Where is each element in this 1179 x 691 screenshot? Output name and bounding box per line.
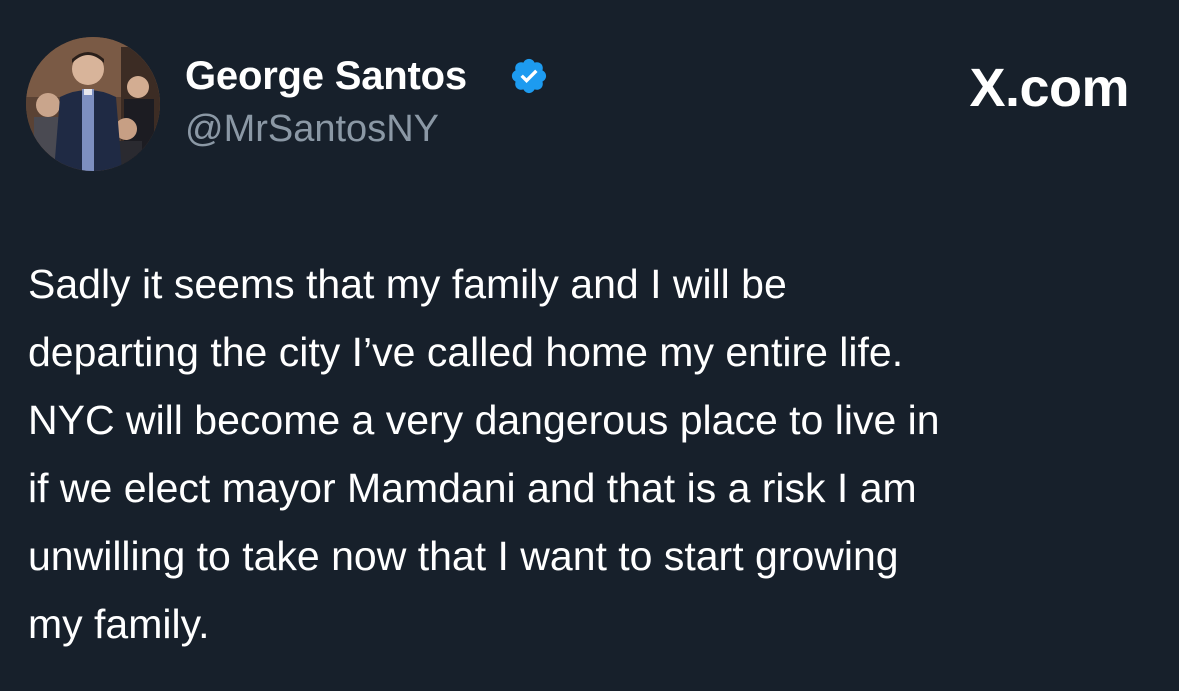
author-handle[interactable]: @MrSantosNY [185,106,439,152]
tweet-text-line: unwilling to take now that I want to sta… [28,533,899,579]
avatar-image [26,37,160,171]
author-display-name[interactable]: George Santos [185,52,467,100]
tweet-text: Sadly it seems that my family and I will… [28,250,1168,658]
verified-badge-icon [509,56,549,96]
brand-logo-text: X.com [969,58,1129,118]
tweet-text-line: departing the city I’ve called home my e… [28,329,904,375]
tweet-text-line: NYC will become a very dangerous place t… [28,397,940,443]
tweet-card: George Santos @MrSantosNY X.com Sadly it… [0,0,1179,691]
tweet-text-line: Sadly it seems that my family and I will… [28,261,787,307]
tweet-text-line: my family. [28,601,210,647]
author-avatar[interactable] [26,37,160,171]
tweet-text-line: if we elect mayor Mamdani and that is a … [28,465,917,511]
